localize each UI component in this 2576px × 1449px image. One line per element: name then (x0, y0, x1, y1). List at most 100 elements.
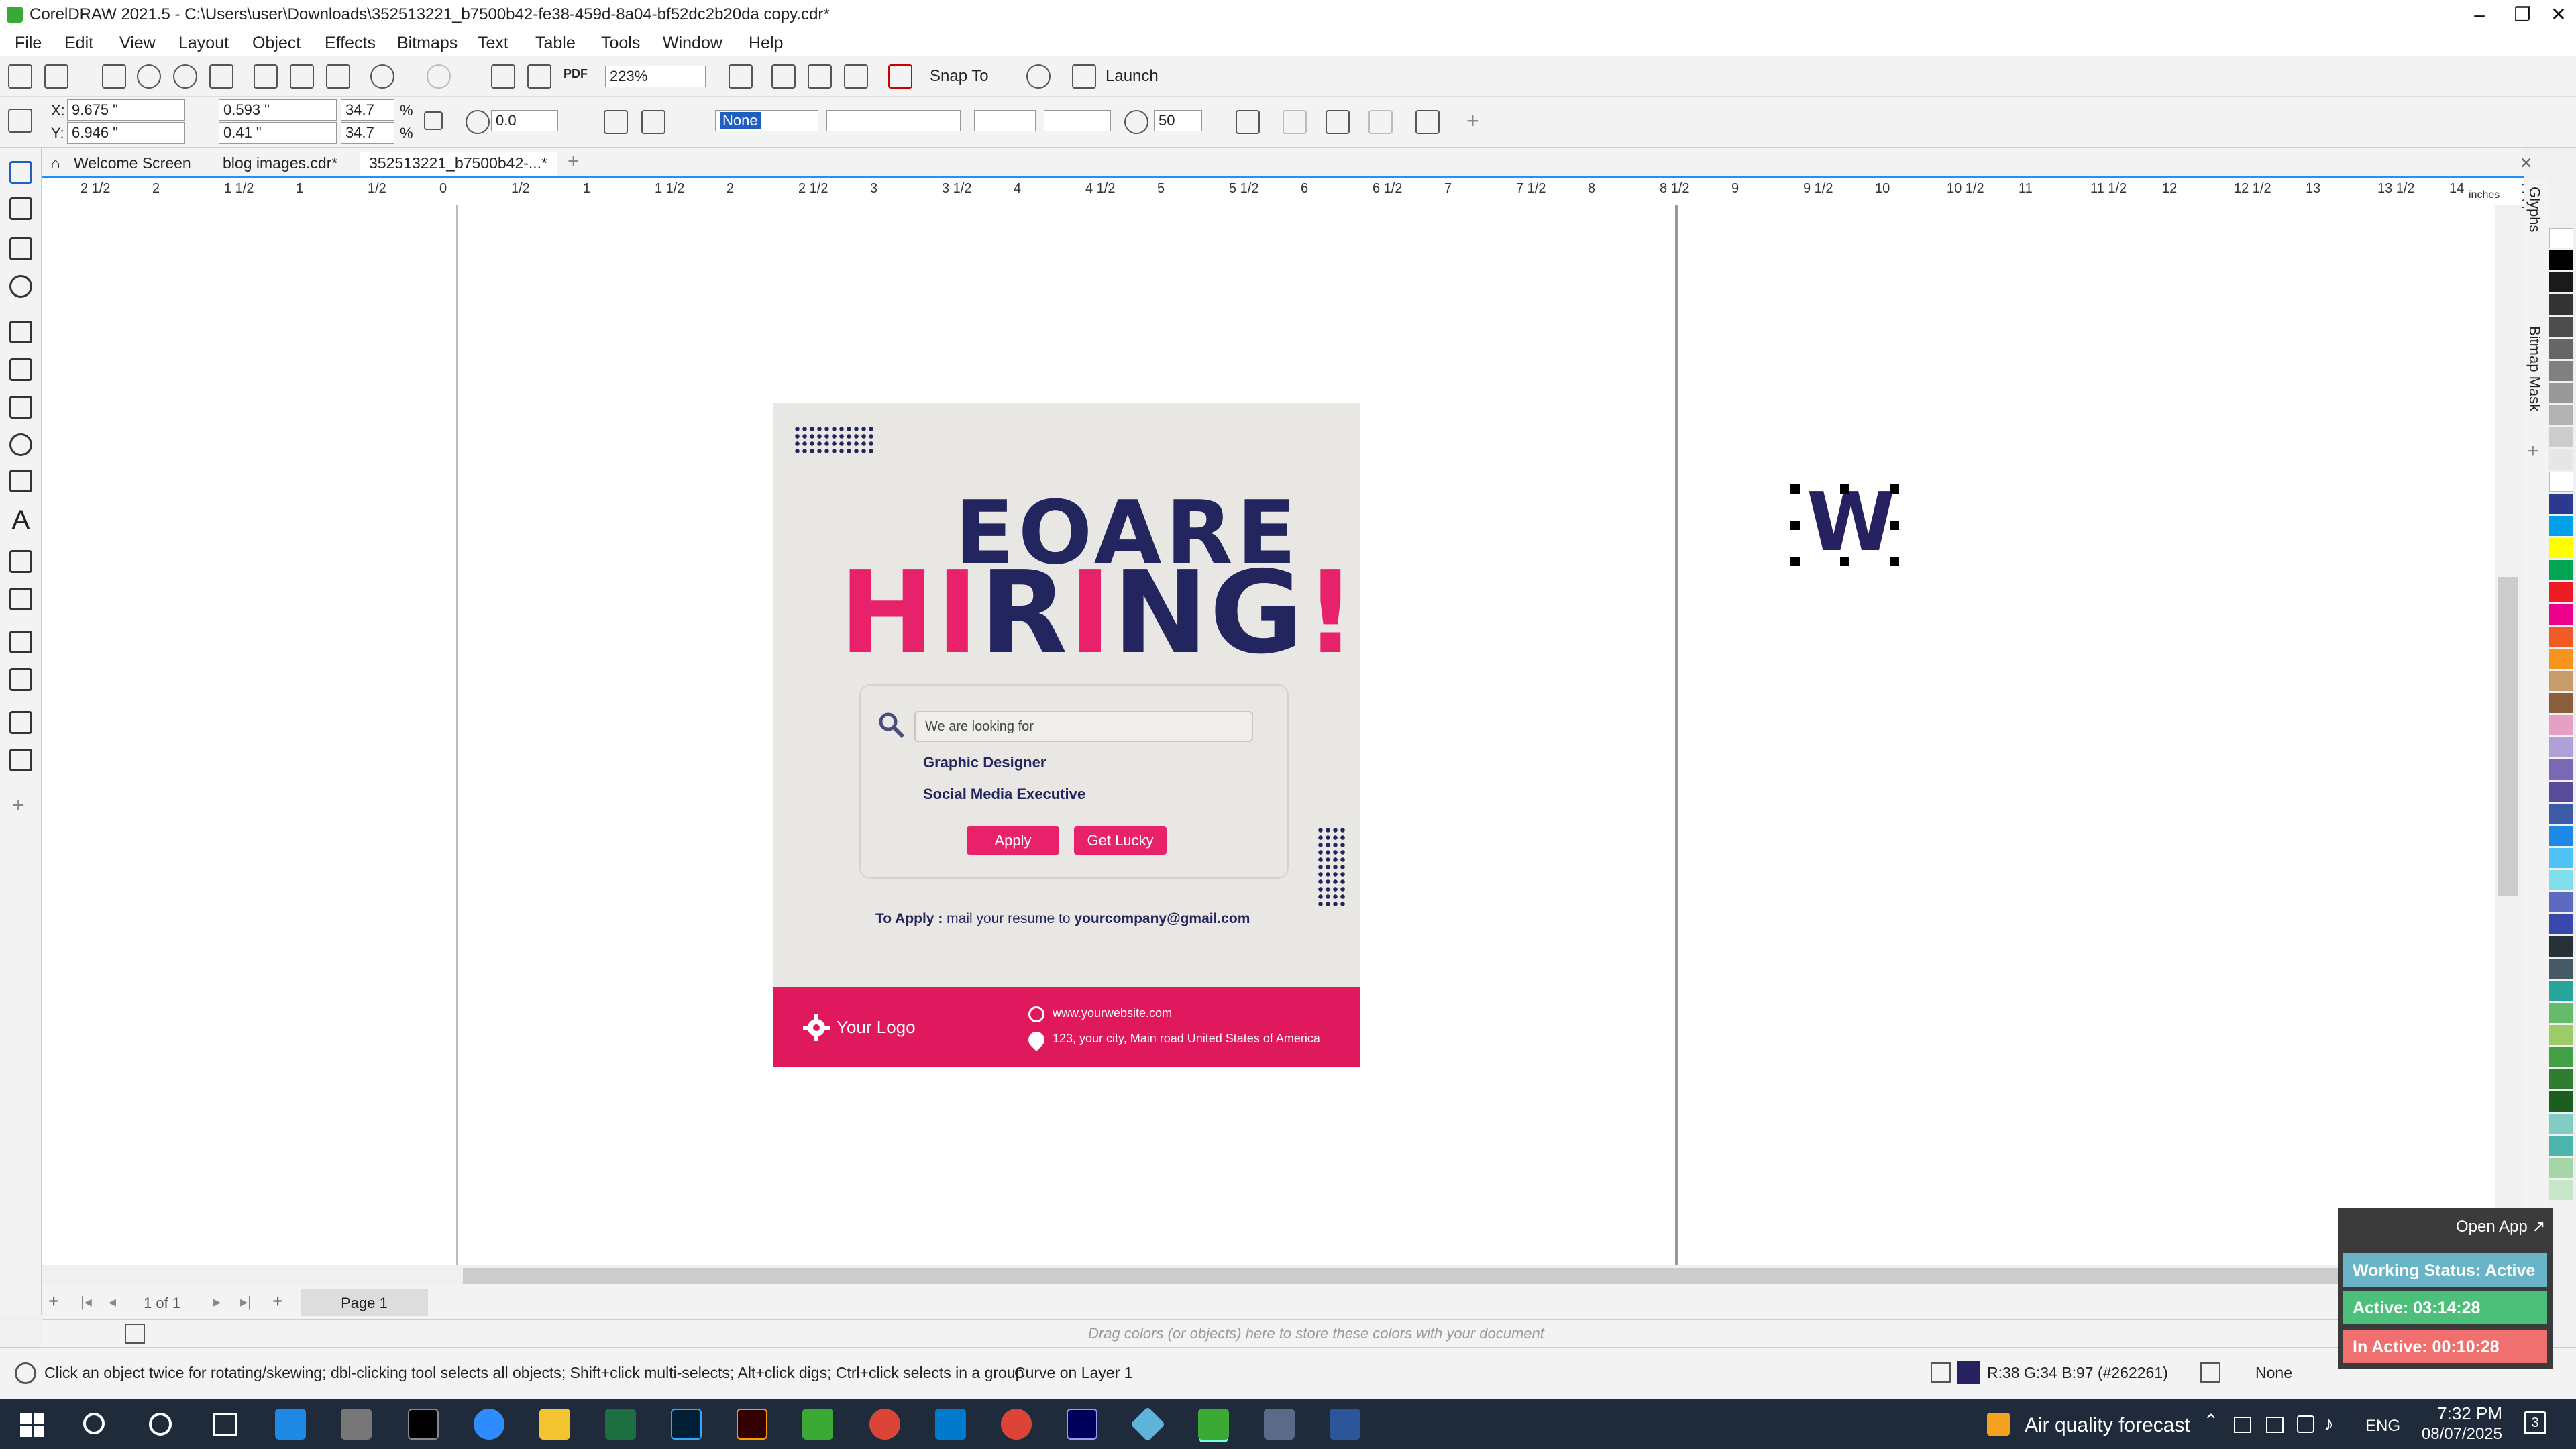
palette-swatch[interactable] (2549, 1158, 2573, 1178)
menu-object[interactable]: Object (252, 34, 301, 53)
palette-swatch[interactable] (2549, 671, 2573, 691)
menu-text[interactable]: Text (478, 34, 508, 53)
palette-swatch[interactable] (2549, 294, 2573, 315)
palette-swatch[interactable] (2549, 604, 2573, 625)
print-icon[interactable] (209, 64, 233, 89)
rotate-icon[interactable] (466, 110, 490, 134)
palette-swatch[interactable] (2549, 317, 2573, 337)
menu-tools[interactable]: Tools (601, 34, 640, 53)
mirror-vertical-icon[interactable] (641, 110, 665, 134)
palette-swatch[interactable] (2549, 449, 2573, 470)
import-icon[interactable] (491, 64, 515, 89)
palette-swatch[interactable] (2549, 892, 2573, 912)
palette-swatch[interactable] (2549, 804, 2573, 824)
scale-x-field[interactable]: 34.7 (341, 99, 394, 121)
weather-icon[interactable] (1987, 1413, 2010, 1436)
chrome-profile-icon[interactable] (1001, 1409, 1032, 1440)
selection-handle[interactable] (1790, 557, 1800, 566)
vscode-icon[interactable] (935, 1409, 966, 1440)
palette-swatch[interactable] (2549, 959, 2573, 979)
minimize-button[interactable]: – (2466, 3, 2493, 27)
menu-effects[interactable]: Effects (325, 34, 376, 53)
tray-chevron-icon[interactable]: ⌃ (2203, 1410, 2218, 1432)
selection-handle[interactable] (1890, 521, 1899, 530)
palette-swatch[interactable] (2549, 870, 2573, 890)
cloud-open-icon[interactable] (137, 64, 161, 89)
mirror-horizontal-icon[interactable] (604, 110, 628, 134)
rotation-angle-field[interactable]: 0.0 (491, 110, 558, 131)
save-icon[interactable] (102, 64, 126, 89)
selection-handle[interactable] (1840, 557, 1849, 566)
network-icon[interactable] (2297, 1415, 2314, 1433)
palette-swatch[interactable] (2549, 1047, 2573, 1067)
palette-swatch[interactable] (2549, 1003, 2573, 1023)
horizontal-ruler[interactable]: 2 1/2 2 1 1/2 1 1/2 0 1/2 1 1 1/2 2 2 1/2 3 3 1/2 4 4 … (42, 178, 2540, 211)
coreldraw-active-icon[interactable] (1198, 1409, 1229, 1440)
menu-view[interactable]: View (119, 34, 156, 53)
terminal-icon[interactable] (408, 1409, 439, 1440)
ellipse-tool-icon[interactable] (9, 433, 32, 456)
palette-swatch[interactable] (2549, 228, 2573, 248)
outline-width-field[interactable]: None (715, 110, 818, 131)
crop-tool-icon[interactable] (9, 237, 32, 260)
cortana-icon[interactable] (149, 1413, 172, 1436)
glyphs-docker-tab[interactable]: Glyphs (2526, 186, 2543, 232)
status-gear-icon[interactable] (15, 1362, 36, 1384)
palette-swatch[interactable] (2549, 1180, 2573, 1200)
cut-icon[interactable] (254, 64, 278, 89)
pdf-export-icon[interactable]: PDF (564, 67, 588, 81)
options-gear-icon[interactable] (1026, 64, 1051, 89)
tray-app-icon[interactable] (2234, 1417, 2251, 1433)
palette-swatch[interactable] (2549, 848, 2573, 868)
previous-page-icon[interactable]: ◂ (109, 1293, 116, 1311)
transparency-tool-icon[interactable] (9, 668, 32, 691)
menu-table[interactable]: Table (535, 34, 576, 53)
volume-icon[interactable]: ♪ (2324, 1413, 2334, 1436)
redo-icon[interactable] (427, 64, 451, 89)
drop-shadow-tool-icon[interactable] (9, 631, 32, 653)
selection-handle[interactable] (1890, 557, 1899, 566)
photoshop-icon[interactable] (671, 1409, 702, 1440)
add-toolbar-item-icon[interactable]: + (1466, 109, 1479, 133)
paste-icon[interactable] (326, 64, 350, 89)
edge-icon[interactable] (275, 1409, 306, 1440)
palette-swatch[interactable] (2549, 826, 2573, 846)
close-button[interactable]: ✕ (2545, 3, 2572, 27)
launch-icon[interactable] (1072, 64, 1096, 89)
outline-pen-icon[interactable] (2200, 1362, 2220, 1383)
open-app-link[interactable]: Open App ↗ (2456, 1217, 2546, 1236)
palette-swatch[interactable] (2549, 472, 2573, 492)
width-field[interactable]: 0.593 " (219, 99, 337, 121)
start-arrow-dropdown[interactable] (974, 110, 1036, 131)
palette-swatch[interactable] (2549, 1091, 2573, 1112)
palette-swatch[interactable] (2549, 759, 2573, 780)
interactive-fill-tool-icon[interactable] (9, 749, 32, 771)
copy-icon[interactable] (290, 64, 314, 89)
undo-icon[interactable] (370, 64, 394, 89)
quick-trace-icon[interactable] (1368, 110, 1393, 134)
lock-ratio-icon[interactable] (424, 111, 443, 130)
scale-y-field[interactable]: 34.7 (341, 122, 394, 144)
file-explorer-icon[interactable] (539, 1409, 570, 1440)
tab-active-document[interactable]: 352513221_b7500b42-...* (360, 152, 557, 176)
add-tool-icon[interactable]: + (12, 793, 25, 818)
next-page-icon[interactable]: ▸ (213, 1293, 221, 1311)
palette-swatch[interactable] (2549, 737, 2573, 757)
palette-swatch[interactable] (2549, 1069, 2573, 1089)
launch-dropdown[interactable]: Launch (1106, 67, 1159, 86)
notifications-icon[interactable]: 3 (2524, 1411, 2546, 1434)
show-rulers-icon[interactable] (771, 64, 796, 89)
add-docker-icon[interactable]: + (2527, 440, 2539, 463)
palette-swatch[interactable] (2549, 914, 2573, 934)
palette-swatch[interactable] (2549, 494, 2573, 514)
menu-layout[interactable]: Layout (178, 34, 229, 53)
parallel-dimension-tool-icon[interactable] (9, 550, 32, 573)
adjust-icon[interactable] (1415, 110, 1440, 134)
menu-edit[interactable]: Edit (64, 34, 93, 53)
x-position-field[interactable]: 9.675 " (67, 99, 185, 121)
excel-icon[interactable] (605, 1409, 636, 1440)
polygon-tool-icon[interactable] (9, 470, 32, 492)
export-icon[interactable] (527, 64, 551, 89)
show-grid-icon[interactable] (808, 64, 832, 89)
palette-swatch[interactable] (2549, 361, 2573, 381)
